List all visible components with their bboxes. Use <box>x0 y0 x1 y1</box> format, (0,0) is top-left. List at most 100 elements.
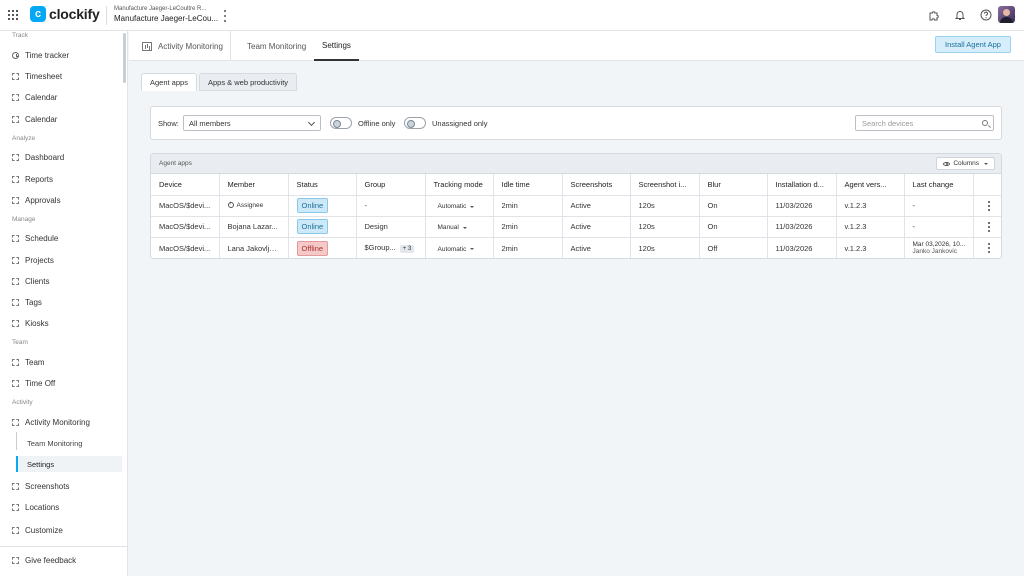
avatar[interactable] <box>998 6 1015 23</box>
members-select[interactable]: All members <box>183 115 321 131</box>
row-menu-icon[interactable] <box>984 221 994 232</box>
sidebar-item-kiosks[interactable]: Kiosks <box>0 315 124 331</box>
column-header-blur[interactable]: Blur <box>699 174 768 196</box>
sidebar-item-team-monitoring[interactable]: Team Monitoring <box>16 435 122 451</box>
column-header-group[interactable]: Group <box>356 174 426 196</box>
sidebar-item-label: Reports <box>25 174 54 184</box>
column-header-last-change[interactable]: Last change <box>904 174 974 196</box>
sidebar-item-label: Calendar <box>25 114 58 124</box>
column-header-agent-version[interactable]: Agent vers... <box>836 174 905 196</box>
column-header-screenshots[interactable]: Screenshots <box>562 174 631 196</box>
bell-icon[interactable] <box>953 8 967 22</box>
cell-idle-time: 2min <box>493 195 563 217</box>
columns-button[interactable]: Columns <box>936 157 995 170</box>
give-feedback-button[interactable]: Give feedback <box>0 552 124 568</box>
sidebar-item-timesheet[interactable]: Timesheet <box>0 68 124 84</box>
eye-icon <box>943 161 951 166</box>
column-header-device[interactable]: Device <box>151 174 220 196</box>
more-groups-badge[interactable]: + 3 <box>399 245 415 254</box>
offline-only-toggle[interactable] <box>330 117 352 129</box>
sidebar-item-team[interactable]: Team <box>0 354 124 370</box>
cell-device: MacOS/$devi... <box>151 237 220 258</box>
install-agent-app-button[interactable]: Install Agent App <box>935 36 1011 53</box>
toggle-knob <box>407 119 415 128</box>
tracking-mode-value: Automatic <box>437 203 467 211</box>
workspace-switcher[interactable]: Manufacture Jaeger-LeCoultre R... Manufa… <box>114 6 218 23</box>
add-circle-icon <box>227 201 234 209</box>
row-menu-icon[interactable] <box>984 243 994 254</box>
apps-grid-icon[interactable] <box>8 10 18 20</box>
cell-screenshots: Active <box>562 237 631 258</box>
group-value: $Group... <box>364 243 396 253</box>
table-row[interactable]: MacOS/$devi... Assignee Online - Automat… <box>151 195 1001 217</box>
table-row[interactable]: MacOS/$devi... Bojana Lazar... Online De… <box>151 216 1001 239</box>
sidebar-item-label: Time tracker <box>25 50 70 60</box>
puzzle-icon[interactable] <box>927 8 941 22</box>
tab-settings[interactable]: Settings <box>314 31 359 61</box>
sidebar-item-time-off[interactable]: Time Off <box>0 375 124 391</box>
sidebar-item-customize[interactable]: Customize <box>0 522 124 538</box>
sidebar-item-schedule[interactable]: Schedule <box>0 230 124 246</box>
divider <box>106 6 107 25</box>
tab-agent-apps[interactable]: Agent apps <box>141 73 197 91</box>
tracking-mode-dropdown[interactable]: Automatic <box>434 203 475 210</box>
table-row[interactable]: MacOS/$devi... Lana Jakovlje... Offline … <box>151 237 1001 258</box>
sidebar-item-label: Timesheet <box>25 71 63 81</box>
help-icon[interactable] <box>979 8 993 22</box>
table-header-row: Device Member Status Group Tracking mode… <box>151 174 1001 196</box>
cell-agent-version: v.1.2.3 <box>836 237 905 258</box>
column-header-screenshot-interval[interactable]: Screenshot i... <box>630 174 700 196</box>
column-header-tracking-mode[interactable]: Tracking mode <box>425 174 494 196</box>
sidebar-item-screenshots[interactable]: Screenshots <box>0 478 124 494</box>
last-change-user: Janko Jankovic <box>912 248 957 256</box>
tab-apps-web-productivity[interactable]: Apps & web productivity <box>199 73 298 91</box>
reports-icon <box>12 175 19 183</box>
clock-icon <box>12 51 19 59</box>
tab-label: Activity Monitoring <box>158 41 223 51</box>
sidebar-item-dashboard[interactable]: Dashboard <box>0 149 124 165</box>
column-header-installation-date[interactable]: Installation d... <box>767 174 837 196</box>
dashboard-icon <box>12 153 19 161</box>
column-header-status[interactable]: Status <box>288 174 357 196</box>
sidebar-item-label: Kiosks <box>25 318 49 328</box>
search-devices-input[interactable]: Search devices <box>855 115 994 131</box>
app-logo[interactable]: c clockify <box>30 6 100 22</box>
sidebar-item-activity-monitoring[interactable]: Activity Monitoring <box>0 414 124 430</box>
cell-device: MacOS/$devi... <box>151 216 220 239</box>
tab-team-monitoring[interactable]: Team Monitoring <box>247 31 306 61</box>
cell-screenshot-interval: 120s <box>630 237 700 258</box>
sidebar-section-track: Track <box>12 32 29 39</box>
column-header-idle-time[interactable]: Idle time <box>493 174 563 196</box>
show-label: Show: <box>158 119 179 128</box>
offline-only-label: Offline only <box>358 119 396 128</box>
sidebar-item-calendar[interactable]: Calendar <box>0 89 124 105</box>
tab-activity-monitoring[interactable]: Activity Monitoring <box>142 31 223 61</box>
cell-tracking-mode: Manual <box>425 216 494 239</box>
sidebar-item-tags[interactable]: Tags <box>0 294 124 310</box>
sidebar-item-approvals[interactable]: Approvals <box>0 192 124 208</box>
assignee-button[interactable]: Assignee <box>227 201 264 209</box>
column-header-member[interactable]: Member <box>219 174 289 196</box>
unassigned-only-toggle[interactable] <box>404 117 426 129</box>
search-icon <box>982 120 988 126</box>
tracking-mode-value: Automatic <box>437 245 467 253</box>
sidebar-item-label: Clients <box>25 276 50 286</box>
sidebar-item-label: Team <box>25 357 45 367</box>
customize-icon <box>12 526 19 534</box>
workspace-menu-icon[interactable] <box>220 10 230 22</box>
tracking-mode-dropdown[interactable]: Manual <box>434 224 467 231</box>
tracking-mode-dropdown[interactable]: Automatic <box>434 246 475 253</box>
sidebar-item-reports[interactable]: Reports <box>0 171 124 187</box>
sidebar-item-time-tracker[interactable]: Time tracker <box>0 47 124 63</box>
sidebar-item-label: Calendar <box>25 92 58 102</box>
locations-icon <box>12 503 19 511</box>
sidebar-item-projects[interactable]: Projects <box>0 252 124 268</box>
content-header: Activity Monitoring Team Monitoring Sett… <box>129 31 1024 61</box>
sidebar-item-calendar-2[interactable]: Calendar <box>0 111 124 127</box>
sidebar-item-clients[interactable]: Clients <box>0 273 124 289</box>
sidebar-item-settings[interactable]: Settings <box>16 456 122 472</box>
sidebar-item-locations[interactable]: Locations <box>0 499 124 515</box>
row-menu-icon[interactable] <box>984 200 994 211</box>
assignee-label: Assignee <box>236 201 264 209</box>
search-placeholder: Search devices <box>862 118 914 128</box>
